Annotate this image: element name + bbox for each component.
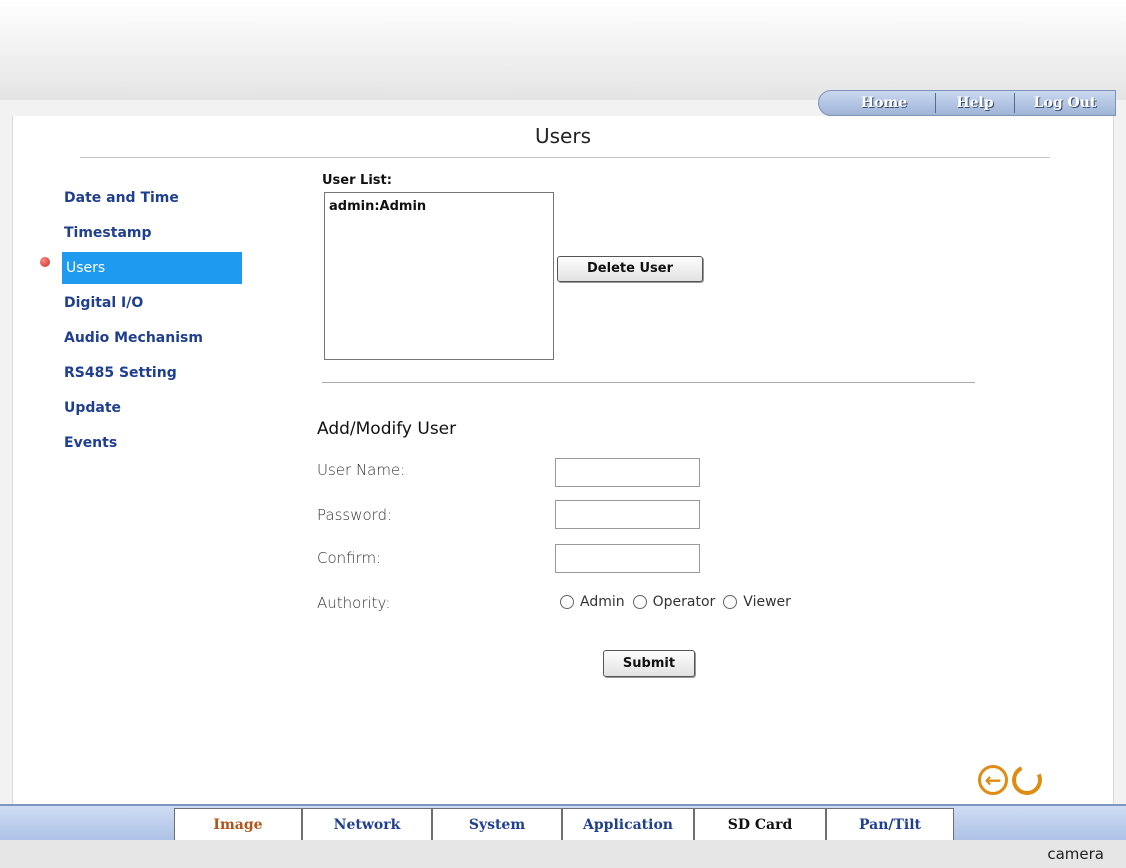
home-link[interactable]: Home — [833, 95, 935, 111]
username-field[interactable] — [555, 458, 700, 487]
tab-pan-tilt[interactable]: Pan/Tilt — [826, 808, 954, 840]
bottom-tabs: Image Network System Application SD Card… — [174, 808, 954, 840]
submit-button[interactable]: Submit — [603, 650, 695, 677]
section-divider — [322, 382, 975, 383]
authority-viewer-radio[interactable] — [723, 595, 738, 609]
sidebar-nav: Date and Time Timestamp Users Digital I/… — [62, 180, 242, 460]
sidebar-item-date-and-time[interactable]: Date and Time — [62, 180, 242, 215]
sidebar-item-update[interactable]: Update — [62, 390, 242, 425]
sidebar-item-audio-mechanism[interactable]: Audio Mechanism — [62, 320, 242, 355]
sidebar-item-rs485-setting[interactable]: RS485 Setting — [62, 355, 242, 390]
add-modify-user-heading: Add/Modify User — [317, 419, 457, 439]
confirm-label: Confirm: — [317, 549, 382, 567]
back-arrow-icon[interactable]: ← — [978, 765, 1008, 795]
delete-user-button[interactable]: Delete User — [557, 256, 703, 282]
tab-network[interactable]: Network — [302, 808, 432, 840]
tab-image[interactable]: Image — [174, 808, 302, 840]
sidebar-item-digital-io[interactable]: Digital I/O — [62, 285, 242, 320]
username-label: User Name: — [317, 461, 406, 479]
page-title: Users — [534, 124, 591, 148]
sidebar-item-users[interactable]: Users — [62, 252, 242, 284]
footer-bar: camera — [0, 840, 1126, 868]
authority-admin-label: Admin — [580, 594, 625, 610]
authority-admin-radio[interactable] — [560, 595, 574, 609]
footer-brand: camera — [1047, 845, 1104, 863]
page-nav-icons: ← — [978, 760, 1047, 800]
help-link[interactable]: Help — [936, 95, 1014, 111]
tab-system[interactable]: System — [432, 808, 562, 840]
password-label: Password: — [317, 506, 393, 524]
authority-radio-group: Admin Operator Viewer — [560, 594, 799, 610]
password-field[interactable] — [555, 500, 700, 529]
authority-operator-radio[interactable] — [632, 595, 647, 609]
active-bullet-icon — [40, 257, 50, 267]
user-list-box[interactable]: admin:Admin — [324, 192, 554, 360]
tab-sd-card[interactable]: SD Card — [694, 808, 826, 840]
refresh-icon[interactable] — [1007, 760, 1047, 800]
confirm-password-field[interactable] — [555, 544, 700, 573]
user-list-item[interactable]: admin:Admin — [329, 199, 549, 214]
sidebar-item-events[interactable]: Events — [62, 425, 242, 460]
title-divider — [80, 157, 1050, 158]
top-nav: Home Help Log Out — [818, 90, 1116, 116]
header-band — [0, 0, 1126, 100]
sidebar-item-timestamp[interactable]: Timestamp — [62, 215, 242, 250]
authority-viewer-label: Viewer — [743, 594, 791, 610]
tab-application[interactable]: Application — [562, 808, 694, 840]
logout-link[interactable]: Log Out — [1015, 95, 1115, 111]
authority-operator-label: Operator — [652, 594, 716, 610]
user-list-label: User List: — [322, 173, 392, 188]
authority-label: Authority: — [317, 594, 391, 612]
